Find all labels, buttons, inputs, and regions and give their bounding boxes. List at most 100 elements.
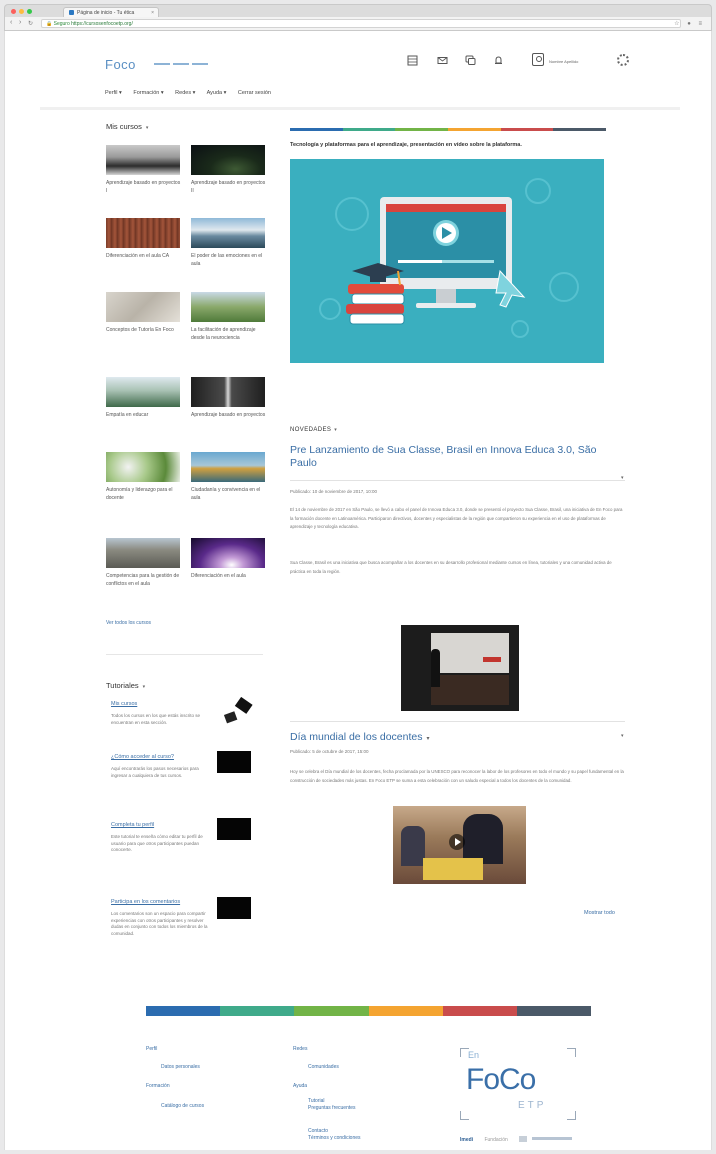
partner-logo: Imedi (460, 1137, 474, 1143)
see-all-courses-link[interactable]: Ver todos los cursos (106, 620, 151, 626)
logo-foco: FoCo (466, 1063, 536, 1096)
brand-tagline (151, 62, 208, 67)
footer-heading-ayuda[interactable]: Ayuda (293, 1083, 307, 1089)
tutorial-description: Este tutorial te enseña cómo editar tu p… (111, 834, 203, 853)
site-logo[interactable]: Foco (105, 57, 136, 72)
footer-link-tutorial[interactable]: Tutorial (308, 1098, 325, 1105)
logo-etp: ETP (518, 1100, 547, 1111)
course-thumbnail[interactable] (191, 538, 265, 568)
course-title[interactable]: Competencias para la gestión de conflict… (106, 573, 182, 588)
course-title[interactable]: Autonomía y liderazgo para el docente (106, 487, 182, 502)
tutorial-title[interactable]: Mis cursos (111, 701, 137, 707)
post-title[interactable]: Pre Lanzamiento de Sua Classe, Brasil en… (290, 444, 620, 470)
course-thumbnail[interactable] (106, 218, 180, 248)
post-divider (290, 721, 625, 722)
course-title[interactable]: Empatía en educar (106, 412, 182, 420)
tutorial-thumbnail[interactable] (217, 897, 251, 919)
forward-icon[interactable]: › (19, 19, 21, 26)
mail-icon[interactable] (437, 55, 448, 66)
course-title[interactable]: El poder de las emociones en el aula (191, 253, 267, 268)
partner-logo-line (531, 1137, 572, 1140)
course-title[interactable]: Ciudadanía y convivencia en el aula (191, 487, 267, 502)
tutorial-title[interactable]: Participa en los comentarios (111, 899, 180, 905)
footer-link-terminos[interactable]: Términos y condiciones (308, 1135, 361, 1142)
tutorial-title[interactable]: ¿Cómo acceder al curso? (111, 754, 174, 760)
footer-partners: Imedi Fundación (460, 1136, 572, 1143)
banner-caption: Tecnología y plataformas para el aprendi… (290, 142, 522, 148)
tutorial-title[interactable]: Completa tu perfil (111, 822, 154, 828)
nav-perfil[interactable]: Perfil ▾ (105, 90, 122, 96)
partner-seal-icon (519, 1136, 528, 1142)
course-thumbnail[interactable] (106, 452, 180, 482)
course-thumbnail[interactable] (191, 145, 265, 175)
course-thumbnail[interactable] (191, 377, 265, 407)
reload-icon[interactable]: ↻ (28, 20, 33, 27)
course-thumbnail[interactable] (191, 452, 265, 482)
tutorial-thumbnail[interactable] (217, 751, 251, 773)
nav-formacion[interactable]: Formación ▾ (133, 90, 163, 96)
course-thumbnail[interactable] (106, 538, 180, 568)
post-menu-icon[interactable]: ▾ (621, 733, 624, 739)
browser-toolbar: ‹ › ↻ 🔒 Seguro https://cursosenfocoetp.o… (4, 17, 712, 31)
user-avatar[interactable] (532, 53, 544, 66)
play-video-illustration[interactable] (290, 159, 604, 363)
footer-logo: En FoCo ETP (460, 1048, 576, 1120)
nav-redes[interactable]: Redes ▾ (175, 90, 195, 96)
back-icon[interactable]: ‹ (10, 19, 12, 26)
course-thumbnail[interactable] (191, 292, 265, 322)
post-image[interactable] (401, 625, 519, 711)
footer-link-contacto[interactable]: Contacto (308, 1128, 328, 1135)
footer-link-faq[interactable]: Preguntas frecuentes (308, 1105, 356, 1112)
user-name[interactable]: Nombre Apellido (549, 59, 578, 64)
show-all-link[interactable]: Mostrar todo (584, 910, 615, 916)
course-thumbnail[interactable] (106, 292, 180, 322)
post-menu-icon[interactable]: ▾ (621, 475, 624, 481)
tutorial-thumbnail[interactable] (217, 818, 251, 840)
nav-cerrar-sesion[interactable]: Cerrar sesión (238, 90, 271, 96)
chevron-down-icon[interactable]: ▾ (334, 427, 337, 433)
post-title[interactable]: Día mundial de los docentes ▾ (290, 731, 590, 746)
course-title[interactable]: Conceptos de Tutoría En Foco (106, 327, 182, 335)
nav-ayuda[interactable]: Ayuda ▾ (207, 90, 227, 96)
gear-icon[interactable] (617, 54, 629, 66)
favicon-icon (69, 10, 74, 15)
footer-link-catalogo[interactable]: Catálogo de cursos (161, 1103, 204, 1110)
footer-color-bar (146, 1006, 592, 1016)
bell-icon[interactable] (493, 55, 504, 66)
chevron-down-icon[interactable]: ▾ (427, 736, 430, 742)
close-window-icon[interactable] (11, 9, 16, 14)
grid-icon[interactable] (407, 55, 418, 66)
tab-title: Página de inicio - Tu ética (77, 10, 135, 16)
course-title[interactable]: La facilitación de aprendizaje desde la … (191, 327, 267, 342)
chevron-down-icon[interactable]: ▾ (146, 125, 149, 131)
maximize-window-icon[interactable] (27, 9, 32, 14)
my-courses-title: Mis cursos ▾ (106, 122, 149, 131)
lock-icon: 🔒 (46, 21, 53, 27)
course-thumbnail[interactable] (106, 377, 180, 407)
course-title[interactable]: Diferenciación en el aula (191, 573, 267, 581)
messages-icon[interactable] (465, 55, 476, 66)
footer-link-datos[interactable]: Datos personales (161, 1064, 200, 1071)
course-thumbnail[interactable] (106, 145, 180, 175)
course-title[interactable]: Aprendizaje basado en proyectos (191, 412, 267, 420)
course-title[interactable]: Aprendizaje basado en proyectos II (191, 180, 267, 195)
footer-link-comunidades[interactable]: Comunidades (308, 1064, 339, 1071)
tutorials-title: Tutoriales ▾ (106, 681, 146, 690)
post-image[interactable] (393, 806, 526, 884)
intro-video-banner[interactable] (290, 159, 604, 363)
footer-heading-perfil[interactable]: Perfil (146, 1046, 157, 1052)
extension-icons[interactable]: ☆ ● ≡ (674, 20, 705, 27)
course-title[interactable]: Diferenciación en el aula CA (106, 253, 182, 261)
tutorial-thumbnail[interactable] (217, 697, 261, 731)
address-bar[interactable]: 🔒 Seguro https://cursosenfocoetp.org/ (41, 19, 681, 28)
news-title: NOVEDADES ▾ (290, 427, 338, 433)
minimize-window-icon[interactable] (19, 9, 24, 14)
footer-heading-formacion[interactable]: Formación (146, 1083, 170, 1089)
course-title[interactable]: Aprendizaje basado en proyectos I (106, 180, 182, 195)
page: Foco Nombre Apellido Perfil ▾ Formación … (4, 31, 712, 1150)
footer-heading-redes[interactable]: Redes (293, 1046, 307, 1052)
partner-logo: Fundación (484, 1137, 508, 1143)
chevron-down-icon[interactable]: ▾ (143, 684, 146, 690)
tab-close-icon[interactable]: × (151, 10, 154, 16)
course-thumbnail[interactable] (191, 218, 265, 248)
